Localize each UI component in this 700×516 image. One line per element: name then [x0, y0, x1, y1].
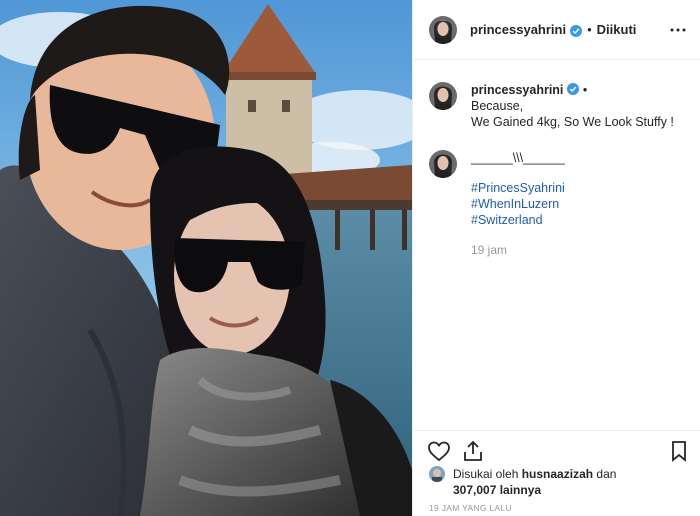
- likes-conjunction: dan: [596, 467, 617, 481]
- caption-username[interactable]: princessyahrini: [471, 83, 563, 97]
- likes-summary: Disukai oleh husnaazizah dan 307,007 lai…: [429, 466, 616, 498]
- hashtag-link[interactable]: #PrincesSyahrini: [471, 180, 565, 196]
- likes-count[interactable]: 307,007 lainnya: [453, 483, 541, 497]
- bookmark-icon[interactable]: [667, 439, 691, 463]
- liker-username[interactable]: husnaazizah: [522, 467, 593, 481]
- share-icon[interactable]: [461, 439, 485, 463]
- caption: princessyahrini • Because, We Gained 4kg…: [429, 82, 685, 130]
- liker-avatar-image: [429, 466, 445, 482]
- like-heart-icon[interactable]: [427, 439, 451, 463]
- post-timestamp[interactable]: 19 JAM YANG LALU: [429, 503, 512, 513]
- caption-separator: •: [582, 83, 588, 97]
- likes-prefix: Disukai oleh: [453, 467, 519, 481]
- action-bar: [413, 430, 700, 470]
- liker-avatar[interactable]: [429, 466, 445, 482]
- comment: ______\\\______ #PrincesSyahrini #WhenIn…: [429, 150, 565, 258]
- verified-badge-icon: [570, 24, 583, 37]
- comment-text: ______\\\______: [471, 151, 565, 165]
- follow-status-button[interactable]: Diikuti: [597, 22, 637, 37]
- comment-time[interactable]: 19 jam: [471, 242, 565, 258]
- caption-line-1: Because,: [471, 99, 524, 113]
- profile-avatar-image: [429, 15, 457, 44]
- header-username[interactable]: princessyahrini: [470, 22, 566, 37]
- more-options-icon[interactable]: [670, 22, 686, 38]
- header-avatar[interactable]: [429, 15, 457, 44]
- post-photo[interactable]: [0, 0, 412, 516]
- verified-badge-icon: [567, 83, 580, 95]
- caption-line-2: We Gained 4kg, So We Look Stuffy !: [471, 115, 674, 129]
- selfie-photo-image: [0, 0, 412, 516]
- profile-avatar-image: [429, 150, 457, 178]
- post-detail-panel: princessyahrini • Diikuti princessyahrin…: [412, 0, 700, 516]
- comment-avatar[interactable]: [429, 150, 457, 178]
- header-separator: •: [587, 22, 592, 37]
- post-header: princessyahrini • Diikuti: [413, 0, 700, 60]
- comment-spacer: [471, 166, 565, 180]
- hashtag-link[interactable]: #WhenInLuzern: [471, 196, 565, 212]
- profile-avatar-image: [429, 82, 457, 110]
- hashtag-link[interactable]: #Switzerland: [471, 212, 565, 228]
- caption-avatar[interactable]: [429, 82, 457, 110]
